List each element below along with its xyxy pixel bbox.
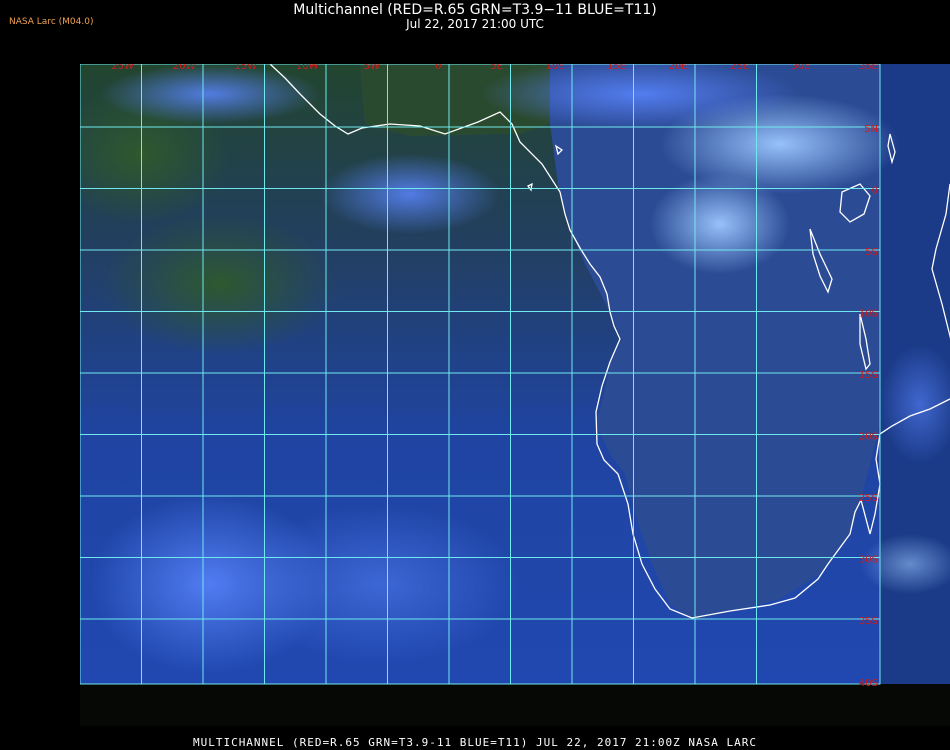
map-frame: 25W 20W 15W 10W 5W 0 5E 10E 15E 20E 25E 30E 35E 5N 0 5… [80, 64, 950, 726]
longitude-label: 35E [859, 64, 878, 72]
longitude-label: 10E [545, 64, 564, 72]
latitude-label: 25S [859, 493, 878, 504]
latitude-label: 0 [872, 186, 878, 197]
satellite-image-viewer: Multichannel (RED=R.65 GRN=T3.9−11 BLUE=… [0, 0, 950, 750]
longitude-label: 30E [791, 64, 810, 72]
longitude-label: 20W [173, 64, 196, 72]
longitude-label: 10W [296, 64, 319, 72]
latitude-label: 40S [859, 678, 878, 689]
satellite-map: 25W 20W 15W 10W 5W 0 5E 10E 15E 20E 25E 30E 35E 5N 0 5… [80, 64, 950, 689]
image-timestamp: Jul 22, 2017 21:00 UTC [406, 17, 544, 31]
longitude-label: 20E [668, 64, 687, 72]
brand-label: NASA Larc (M04.0) [9, 17, 94, 27]
longitude-label: 0 [435, 64, 441, 72]
latitude-label: 30S [859, 555, 878, 566]
latitude-label: 15S [859, 370, 878, 381]
latitude-label: 35S [859, 616, 878, 627]
image-title: Multichannel (RED=R.65 GRN=T3.9−11 BLUE=… [293, 2, 657, 18]
longitude-label: 15W [234, 64, 257, 72]
longitude-label: 5W [364, 64, 380, 72]
latitude-label: 5S [865, 247, 878, 258]
latitude-label: 10S [859, 309, 878, 320]
latitude-label: 20S [859, 432, 878, 443]
longitude-label: 25W [111, 64, 134, 72]
longitude-label: 5E [490, 64, 503, 72]
longitude-label: 15E [607, 64, 626, 72]
longitude-label: 25E [730, 64, 749, 72]
latitude-label: 5N [864, 124, 878, 135]
image-caption: MULTICHANNEL (RED=R.65 GRN=T3.9-11 BLUE=… [192, 736, 758, 749]
